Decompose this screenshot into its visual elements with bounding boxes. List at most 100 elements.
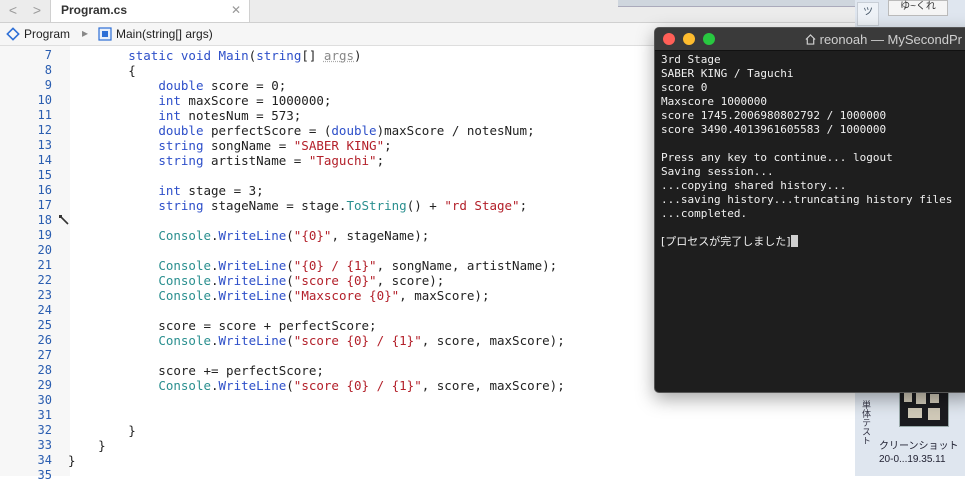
terminal-line: Press any key to continue... logout: [661, 151, 893, 164]
code-text: int stage = 3;: [68, 183, 264, 198]
terminal-window[interactable]: reonoah — MySecondPr 3rd Stage SABER KING…: [654, 27, 965, 393]
code-text: string songName = "SABER KING";: [68, 138, 392, 153]
code-token: }: [68, 423, 136, 438]
code-text: string artistName = "Taguchi";: [68, 153, 384, 168]
code-line[interactable]: 32 }: [0, 423, 855, 438]
code-token: , maxScore);: [399, 288, 490, 303]
code-token: score = score + perfectScore;: [68, 318, 377, 333]
code-text: Console.WriteLine("Maxscore {0}", maxSco…: [68, 288, 489, 303]
code-token: (: [286, 288, 294, 303]
line-number: 12: [37, 123, 52, 137]
code-token: WriteLine: [218, 378, 287, 393]
code-line[interactable]: 33 }: [0, 438, 855, 453]
close-window-button[interactable]: [663, 33, 675, 45]
side-panel-icon[interactable]: ツ: [857, 2, 879, 26]
code-token: WriteLine: [218, 228, 287, 243]
code-text: int notesNum = 573;: [68, 108, 301, 123]
edit-marker-icon: [59, 215, 69, 225]
code-line[interactable]: 34}: [0, 453, 855, 468]
back-button[interactable]: <: [2, 0, 24, 22]
code-token: .: [211, 273, 219, 288]
code-token: "SABER KING": [293, 138, 385, 153]
minimize-window-button[interactable]: [683, 33, 695, 45]
line-number: 32: [37, 423, 52, 437]
terminal-line: SABER KING / Taguchi: [661, 67, 794, 80]
breadcrumb-item-program[interactable]: Program: [6, 27, 70, 41]
terminal-output: 3rd Stage SABER KING / Taguchi score 0 Maxs…: [661, 53, 952, 249]
code-token: "score {0} / {1}": [293, 333, 422, 348]
code-token: (: [286, 273, 294, 288]
code-token: score = 0;: [203, 78, 287, 93]
code-token: static void: [128, 48, 212, 63]
line-number: 29: [37, 378, 52, 392]
code-text: score += perfectScore;: [68, 363, 324, 378]
line-number: 11: [37, 108, 52, 122]
desktop-file-label[interactable]: ゆ~くれ: [888, 0, 948, 16]
code-token: notesNum = 573;: [180, 108, 302, 123]
code-token: .: [211, 333, 219, 348]
code-token: string: [158, 198, 204, 213]
terminal-line: Saving session...: [661, 165, 774, 178]
process-complete-message: [プロセスが完了しました]: [661, 235, 791, 248]
terminal-line: 3rd Stage: [661, 53, 721, 66]
forward-button[interactable]: >: [26, 0, 48, 22]
code-line[interactable]: 30: [0, 393, 855, 408]
code-text: Console.WriteLine("score {0} / {1}", sco…: [68, 333, 564, 348]
tab-program-cs[interactable]: Program.cs ✕: [50, 0, 250, 22]
code-text: Console.WriteLine("{0} / {1}", songName,…: [68, 258, 557, 273]
code-token: () +: [406, 198, 445, 213]
code-token: Console: [158, 288, 211, 303]
code-token: Console: [158, 258, 211, 273]
code-token: stage = 3;: [180, 183, 264, 198]
terminal-titlebar[interactable]: reonoah — MySecondPr: [655, 28, 965, 51]
line-number: 25: [37, 318, 52, 332]
code-token: "rd Stage": [444, 198, 520, 213]
code-text: string stageName = stage.ToString() + "r…: [68, 198, 527, 213]
terminal-line: score 0: [661, 81, 708, 94]
line-number: 35: [37, 468, 52, 482]
line-number: 13: [37, 138, 52, 152]
code-text: double score = 0;: [68, 78, 286, 93]
code-token: ;: [376, 153, 385, 168]
code-token: WriteLine: [218, 288, 287, 303]
code-token: .: [211, 258, 219, 273]
code-token: string: [256, 48, 302, 63]
code-text: int maxScore = 1000000;: [68, 93, 331, 108]
line-number: 22: [37, 273, 52, 287]
code-token: WriteLine: [218, 333, 287, 348]
breadcrumb-item-main[interactable]: Main(string[] args): [98, 27, 213, 41]
code-text: static void Main(string[] args): [68, 48, 362, 63]
code-line[interactable]: 31: [0, 408, 855, 423]
code-token: double: [158, 78, 204, 93]
code-token: int: [158, 108, 181, 123]
code-token: int: [158, 183, 181, 198]
breadcrumb-label: Program: [24, 27, 71, 41]
code-token: []: [301, 48, 324, 63]
code-text: }: [68, 438, 106, 453]
code-token: "{0} / {1}": [293, 258, 377, 273]
code-token: (: [286, 228, 294, 243]
code-token: ): [354, 48, 362, 63]
close-icon[interactable]: ✕: [231, 3, 241, 17]
code-token: double: [331, 123, 377, 138]
line-number: 34: [37, 453, 52, 467]
zoom-window-button[interactable]: [703, 33, 715, 45]
code-token: ;: [519, 198, 528, 213]
code-text: Console.WriteLine("score {0} / {1}", sco…: [68, 378, 564, 393]
code-token: ;: [384, 138, 392, 153]
code-token: "Taguchi": [308, 153, 377, 168]
terminal-line: ...completed.: [661, 207, 748, 220]
code-token: (: [286, 258, 294, 273]
code-token: WriteLine: [218, 258, 287, 273]
screenshot-file-label[interactable]: クリーンショット 20-0...19.35.11: [879, 440, 959, 466]
code-token: stageName = stage.: [203, 198, 347, 213]
